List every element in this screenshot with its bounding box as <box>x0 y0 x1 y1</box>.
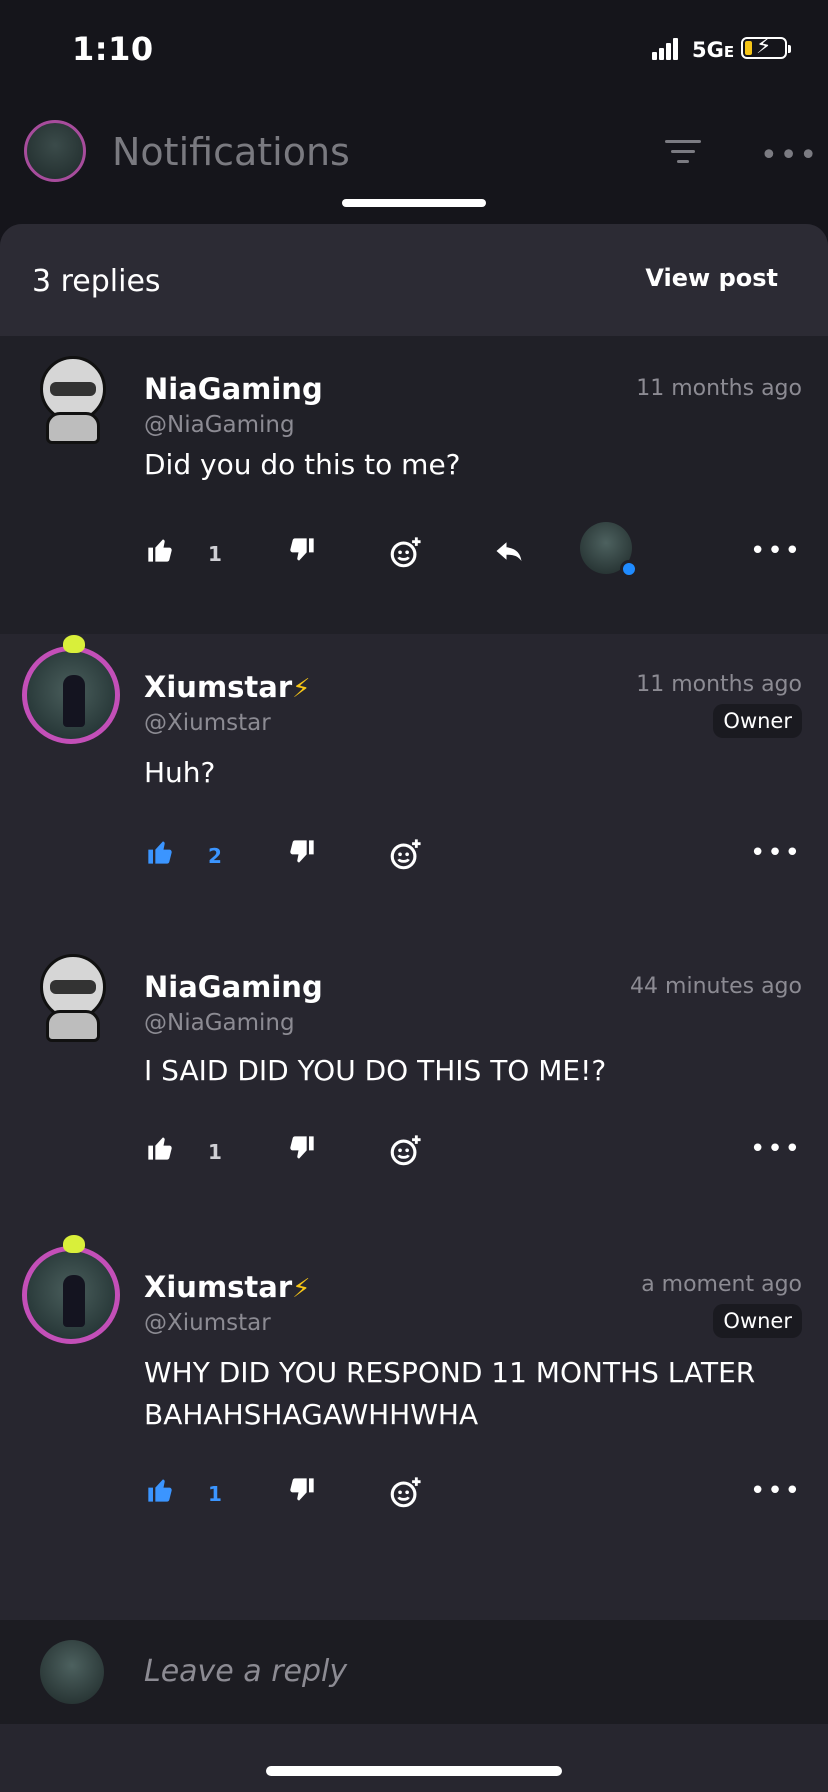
comment-text: WHY DID YOU RESPOND 11 MONTHS LATER BAHA… <box>144 1356 756 1431</box>
comment-actions: 1 ••• <box>0 1476 828 1524</box>
comment-more-icon[interactable]: ••• <box>750 1476 802 1506</box>
comment-handle: @NiaGaming <box>144 412 295 438</box>
frog-badge-icon <box>63 635 85 653</box>
add-reaction-icon[interactable] <box>388 838 422 879</box>
dislike-icon[interactable] <box>288 1134 316 1169</box>
like-count: 1 <box>208 1140 222 1164</box>
like-icon[interactable] <box>146 1134 174 1169</box>
notifications-header: Notifications ••• <box>0 100 828 220</box>
lightning-icon: ⚡ <box>292 674 311 704</box>
comment-more-icon[interactable]: ••• <box>750 536 802 566</box>
clock: 1:10 <box>72 30 154 68</box>
comment-text: Did you do this to me? <box>144 448 461 481</box>
comment-handle: @Xiumstar <box>144 1310 271 1336</box>
reply-input[interactable]: Leave a reply <box>144 1654 347 1689</box>
add-reaction-icon[interactable] <box>388 1476 422 1517</box>
comment-handle: @NiaGaming <box>144 1010 295 1036</box>
owner-badge: Owner <box>713 1304 802 1338</box>
sheet-grabber[interactable] <box>342 199 486 207</box>
comment-author[interactable]: Xiumstar⚡ <box>144 1270 310 1304</box>
avatar[interactable] <box>22 1235 120 1344</box>
comment-more-icon[interactable]: ••• <box>750 1134 802 1164</box>
comment-actions: 2 ••• <box>0 838 828 886</box>
dislike-icon[interactable] <box>288 838 316 873</box>
comment-text: I SAID DID YOU DO THIS TO ME!? <box>144 1054 607 1087</box>
comment-time: a moment ago <box>641 1272 802 1297</box>
view-post-button[interactable]: View post <box>645 264 778 292</box>
replies-count: 3 replies <box>32 264 161 299</box>
my-avatar <box>40 1640 104 1704</box>
dislike-icon[interactable] <box>288 536 316 571</box>
network-type: 5GE <box>692 38 735 62</box>
status-bar: 1:10 5GE ⚡ <box>0 0 828 100</box>
like-count: 2 <box>208 844 222 868</box>
comment-actions: 1 ••• <box>0 522 828 584</box>
chat-badge-icon <box>620 560 638 578</box>
replies-sheet: 3 replies View post NiaGaming @NiaGaming… <box>0 224 828 1792</box>
frog-badge-icon <box>63 1235 85 1253</box>
profile-avatar[interactable] <box>24 120 86 182</box>
comment: Xiumstar⚡ @Xiumstar 11 months ago Owner … <box>0 634 828 934</box>
reply-bar: Leave a reply <box>0 1620 828 1724</box>
dislike-icon[interactable] <box>288 1476 316 1511</box>
filter-icon[interactable] <box>665 140 701 170</box>
add-reaction-icon[interactable] <box>388 536 422 577</box>
comment-actions: 1 ••• <box>0 1134 828 1182</box>
owner-badge: Owner <box>713 704 802 738</box>
battery-icon: ⚡ <box>741 34 791 59</box>
comment-time: 11 months ago <box>636 376 802 401</box>
comment-author[interactable]: Xiumstar⚡ <box>144 670 310 704</box>
comment-time: 44 minutes ago <box>630 974 802 999</box>
more-options-icon[interactable]: ••• <box>760 138 819 173</box>
comment: NiaGaming @NiaGaming 44 minutes ago I SA… <box>0 934 828 1234</box>
replier-avatar[interactable] <box>580 522 638 578</box>
sheet-header: 3 replies View post <box>0 224 828 337</box>
comment: NiaGaming @NiaGaming 11 months ago Did y… <box>0 336 828 634</box>
add-reaction-icon[interactable] <box>388 1134 422 1175</box>
page-title: Notifications <box>112 130 350 174</box>
comment-time: 11 months ago <box>636 672 802 697</box>
comment-handle: @Xiumstar <box>144 710 271 736</box>
like-count: 1 <box>208 1482 222 1506</box>
reply-icon[interactable] <box>494 536 524 573</box>
avatar[interactable] <box>36 954 110 1044</box>
like-count: 1 <box>208 542 222 566</box>
like-icon[interactable] <box>146 1476 174 1511</box>
comment-author[interactable]: NiaGaming <box>144 372 323 406</box>
comment: Xiumstar⚡ @Xiumstar a moment ago Owner W… <box>0 1234 828 1574</box>
avatar[interactable] <box>36 356 110 446</box>
lightning-icon: ⚡ <box>292 1274 311 1304</box>
like-icon[interactable] <box>146 838 174 873</box>
avatar[interactable] <box>22 635 120 744</box>
home-indicator[interactable] <box>266 1766 562 1776</box>
comment-author[interactable]: NiaGaming <box>144 970 323 1004</box>
signal-icon <box>652 38 680 60</box>
like-icon[interactable] <box>146 536 174 571</box>
comment-more-icon[interactable]: ••• <box>750 838 802 868</box>
comment-text: Huh? <box>144 756 216 789</box>
